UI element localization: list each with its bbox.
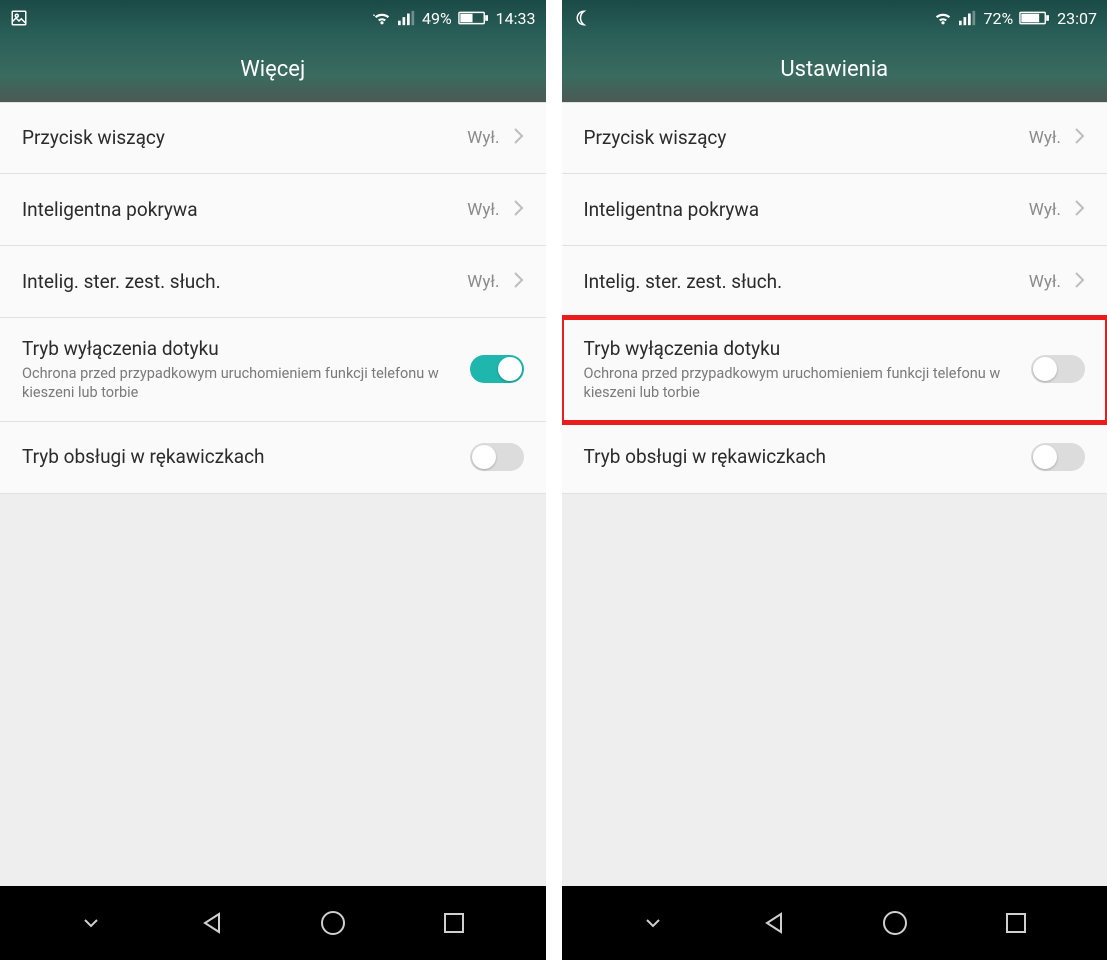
clock: 23:07 [1057, 9, 1097, 28]
row-title: Tryb obsługi w rękawiczkach [22, 444, 460, 470]
nav-back[interactable] [744, 893, 804, 953]
page-title: Więcej [0, 36, 546, 102]
row-touch-disable[interactable]: Tryb wyłączenia dotyku Ochrona przed prz… [562, 318, 1107, 422]
gloves-toggle[interactable] [470, 443, 524, 471]
touch-disable-toggle[interactable] [1031, 355, 1085, 383]
settings-list: Przycisk wiszący Wył. Inteligentna pokry… [0, 102, 546, 886]
gallery-icon [10, 9, 28, 27]
chevron-right-icon [512, 199, 524, 221]
phone-right: 72% 23:07 Ustawienia Przycisk wiszący Wy… [562, 0, 1107, 960]
nav-collapse[interactable] [623, 893, 683, 953]
wifi-icon [372, 10, 392, 26]
touch-disable-toggle[interactable] [470, 355, 524, 383]
battery-pct: 72% [983, 9, 1013, 28]
row-value: Wył. [467, 128, 499, 148]
row-floating-button[interactable]: Przycisk wiszący Wył. [0, 102, 546, 174]
status-bar: 72% 23:07 [562, 0, 1107, 36]
nav-bar [562, 886, 1107, 960]
nav-back[interactable] [182, 893, 242, 953]
moon-icon [572, 9, 590, 27]
signal-icon [398, 10, 416, 26]
chevron-right-icon [1073, 199, 1085, 221]
chevron-right-icon [512, 127, 524, 149]
chevron-right-icon [1073, 127, 1085, 149]
row-title: Tryb wyłączenia dotyku [584, 336, 1022, 362]
gloves-toggle[interactable] [1031, 443, 1085, 471]
battery-pct: 49% [422, 9, 452, 28]
row-floating-button[interactable]: Przycisk wiszący Wył. [562, 102, 1107, 174]
status-bar: 49% 14:33 [0, 0, 546, 36]
nav-recent[interactable] [986, 893, 1046, 953]
page-title-text: Więcej [240, 57, 305, 82]
row-value: Wył. [467, 200, 499, 220]
row-headset-control[interactable]: Intelig. ster. zest. słuch. Wył. [0, 246, 546, 318]
nav-home[interactable] [303, 893, 363, 953]
row-gloves-mode[interactable]: Tryb obsługi w rękawiczkach [562, 422, 1107, 494]
row-value: Wył. [1029, 200, 1061, 220]
row-headset-control[interactable]: Intelig. ster. zest. słuch. Wył. [562, 246, 1107, 318]
row-gloves-mode[interactable]: Tryb obsługi w rękawiczkach [0, 422, 546, 494]
wifi-icon [933, 10, 953, 26]
nav-recent[interactable] [424, 893, 484, 953]
page-title: Ustawienia [562, 36, 1107, 102]
nav-home[interactable] [865, 893, 925, 953]
row-title: Inteligentna pokrywa [584, 197, 1019, 223]
row-title: Intelig. ster. zest. słuch. [584, 269, 1019, 295]
row-title: Przycisk wiszący [584, 125, 1019, 151]
row-value: Wył. [1029, 272, 1061, 292]
row-title: Inteligentna pokrywa [22, 197, 457, 223]
chevron-right-icon [512, 271, 524, 293]
row-value: Wył. [467, 272, 499, 292]
row-smart-cover[interactable]: Inteligentna pokrywa Wył. [562, 174, 1107, 246]
row-subtitle: Ochrona przed przypadkowym uruchomieniem… [584, 364, 1022, 403]
settings-list: Przycisk wiszący Wył. Inteligentna pokry… [562, 102, 1107, 886]
row-title: Tryb obsługi w rękawiczkach [584, 444, 1022, 470]
nav-collapse[interactable] [61, 893, 121, 953]
chevron-right-icon [1073, 271, 1085, 293]
row-title: Tryb wyłączenia dotyku [22, 336, 460, 362]
row-title: Przycisk wiszący [22, 125, 457, 151]
battery-icon [1019, 11, 1049, 25]
battery-icon [458, 11, 488, 25]
row-smart-cover[interactable]: Inteligentna pokrywa Wył. [0, 174, 546, 246]
row-title: Intelig. ster. zest. słuch. [22, 269, 457, 295]
nav-bar [0, 886, 546, 960]
phone-left: 49% 14:33 Więcej Przycisk wiszący Wył. I… [0, 0, 546, 960]
row-value: Wył. [1029, 128, 1061, 148]
signal-icon [959, 10, 977, 26]
row-touch-disable[interactable]: Tryb wyłączenia dotyku Ochrona przed prz… [0, 318, 546, 422]
row-subtitle: Ochrona przed przypadkowym uruchomieniem… [22, 364, 460, 403]
page-title-text: Ustawienia [780, 57, 888, 82]
clock: 14:33 [496, 9, 536, 28]
